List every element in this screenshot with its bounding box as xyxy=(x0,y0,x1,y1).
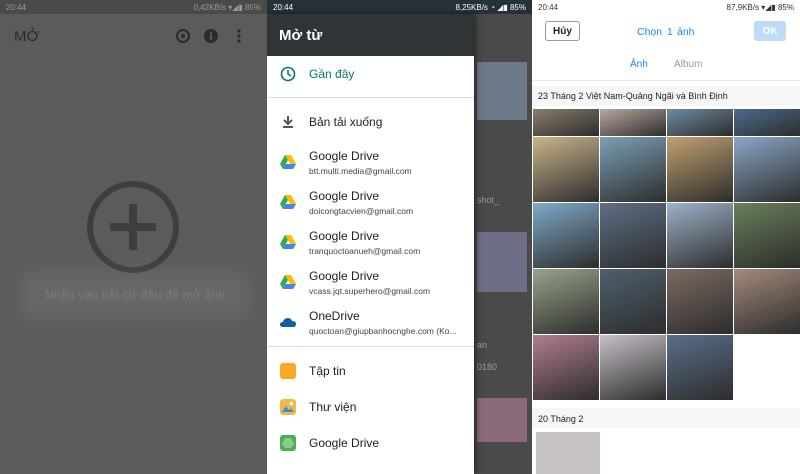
photo-thumbnail[interactable] xyxy=(600,335,666,400)
section-title: 20 Tháng 2 xyxy=(538,414,584,424)
drawer-item-account: btt.multi.media@gmail.com xyxy=(309,165,412,176)
drawer-title: Mở từ xyxy=(267,14,474,56)
photo-thumbnail[interactable] xyxy=(734,203,800,268)
drawer-item-label: Google Drive xyxy=(309,188,380,203)
divider xyxy=(267,97,474,98)
status-bar: 20:44 8,25KB/s ◔ ◢▮ 85% xyxy=(267,0,532,14)
status-info: 0,42KB/s ▾◢▮ 85% xyxy=(193,2,262,12)
navigation-drawer: Mở từ Gần đây Bản tải xuống Google Drive… xyxy=(267,14,474,474)
photo-thumbnail[interactable] xyxy=(667,137,733,202)
info-icon[interactable] xyxy=(197,22,225,50)
status-time: 20:44 xyxy=(6,2,27,12)
background-thumbnail xyxy=(477,232,527,292)
photo-thumbnail[interactable] xyxy=(533,335,599,400)
status-info: 87,9KB/s ▾◢▮ 85% xyxy=(726,2,795,12)
drawer-item-label: Google Drive xyxy=(309,268,380,283)
drawer-item-google-drive-3[interactable]: Google Drive tranquoctoanueh@gmail.com xyxy=(267,226,474,258)
google-drive-icon xyxy=(279,434,297,452)
google-drive-icon xyxy=(279,193,297,211)
google-drive-icon xyxy=(279,233,297,251)
open-image-hint[interactable]: Nhấn vào bất cứ đâu để mở ảnh xyxy=(30,280,240,310)
photo-thumbnail[interactable] xyxy=(667,335,733,400)
drawer-item-label: Google Drive xyxy=(309,148,380,163)
section-title: 23 Tháng 2 Việt Nam-Quảng Ngãi và Bình Đ… xyxy=(538,91,728,101)
camera-rotate-icon[interactable] xyxy=(169,22,197,50)
photo-thumbnail[interactable] xyxy=(667,109,733,136)
drawer-item-label: Thư viện xyxy=(309,400,357,414)
google-drive-icon xyxy=(279,273,297,291)
files-icon xyxy=(279,362,297,380)
status-time: 20:44 xyxy=(538,2,559,12)
selection-count: 1 xyxy=(667,26,673,38)
open-from-drawer-screen: 20:44 8,25KB/s ◔ ◢▮ 85% shot_ an 0180 Mở… xyxy=(267,0,532,474)
drawer-item-google-drive-1[interactable]: Google Drive btt.multi.media@gmail.com xyxy=(267,146,474,178)
photo-thumbnail[interactable] xyxy=(734,269,800,334)
drawer-item-gallery[interactable]: Thư viện xyxy=(267,395,474,419)
google-drive-icon xyxy=(279,153,297,171)
tab-photos[interactable]: Ảnh xyxy=(630,59,648,70)
tab-divider xyxy=(532,80,800,81)
photo-thumbnail[interactable] xyxy=(600,269,666,334)
app-bar: MỞ xyxy=(0,14,267,58)
drawer-item-downloads[interactable]: Bản tải xuống xyxy=(267,110,474,134)
drawer-item-google-drive-4[interactable]: Google Drive vcass.jqt.superhero@gmail.co… xyxy=(267,266,474,298)
drawer-item-label: Google Drive xyxy=(309,228,380,243)
photo-thumbnail[interactable] xyxy=(533,203,599,268)
photo-thumbnail[interactable] xyxy=(533,137,599,202)
selection-label: Chọn xyxy=(637,26,663,38)
download-icon xyxy=(279,113,297,131)
tab-album[interactable]: Album xyxy=(674,59,702,70)
photo-thumbnail[interactable] xyxy=(600,203,666,268)
status-info: 8,25KB/s ◔ ◢▮ 85% xyxy=(455,2,526,12)
divider xyxy=(267,346,474,347)
page-title: MỞ xyxy=(14,27,40,45)
add-photo-icon[interactable] xyxy=(86,180,180,274)
drawer-item-account: doicongtacvien@gmail.com xyxy=(309,205,414,216)
drawer-item-recent[interactable]: Gần đây xyxy=(267,62,474,86)
photo-thumbnail[interactable] xyxy=(734,109,800,136)
background-text: 0180 xyxy=(477,362,498,372)
open-screen-dimmed: 20:44 0,42KB/s ▾◢▮ 85% MỞ Nhấn vào bất c… xyxy=(0,0,267,474)
photo-picker-screen: 20:44 87,9KB/s ▾◢▮ 85% Hủy Chọn 1 ảnh OK… xyxy=(532,0,800,474)
status-time: 20:44 xyxy=(273,2,294,12)
ok-button[interactable]: OK xyxy=(754,21,786,41)
drawer-item-account: quoctoan@giupbanhocnghe.com (Ko... xyxy=(309,325,457,336)
photo-thumbnail[interactable] xyxy=(734,137,800,202)
photo-thumbnail[interactable] xyxy=(667,269,733,334)
photo-thumbnail[interactable] xyxy=(536,432,600,474)
background-text: shot_ xyxy=(477,195,500,205)
selection-unit: ảnh xyxy=(677,26,695,38)
photo-thumbnail[interactable] xyxy=(533,269,599,334)
drawer-item-google-drive-2[interactable]: Google Drive doicongtacvien@gmail.com xyxy=(267,186,474,218)
drawer-item-google-drive-app[interactable]: Google Drive xyxy=(267,431,474,455)
overflow-menu-icon[interactable] xyxy=(225,22,253,50)
drawer-item-account: vcass.jqt.superhero@gmail.com xyxy=(309,285,431,296)
drawer-item-account: tranquoctoanueh@gmail.com xyxy=(309,245,421,256)
status-bar: 20:44 0,42KB/s ▾◢▮ 85% xyxy=(0,0,267,14)
background-thumbnail xyxy=(477,398,527,442)
photo-thumbnail[interactable] xyxy=(600,109,666,136)
background-thumbnail xyxy=(477,62,527,120)
drawer-item-onedrive[interactable]: OneDrive quoctoan@giupbanhocnghe.com (Ko.… xyxy=(267,306,474,338)
drawer-item-files[interactable]: Tập tin xyxy=(267,359,474,383)
photo-thumbnail[interactable] xyxy=(667,203,733,268)
onedrive-icon xyxy=(279,313,297,331)
drawer-item-label: Google Drive xyxy=(309,436,380,450)
background-text: an xyxy=(477,340,488,350)
drawer-item-label: Bản tải xuống xyxy=(309,115,383,129)
status-bar: 20:44 87,9KB/s ▾◢▮ 85% xyxy=(532,0,800,14)
cancel-button[interactable]: Hủy xyxy=(545,21,580,41)
clock-icon xyxy=(279,65,297,83)
drawer-item-label: Tập tin xyxy=(309,364,346,378)
drawer-item-label: Gần đây xyxy=(309,67,355,81)
gallery-icon xyxy=(279,398,297,416)
drawer-item-label: OneDrive xyxy=(309,308,360,323)
photo-thumbnail[interactable] xyxy=(600,137,666,202)
photo-thumbnail[interactable] xyxy=(533,109,599,136)
